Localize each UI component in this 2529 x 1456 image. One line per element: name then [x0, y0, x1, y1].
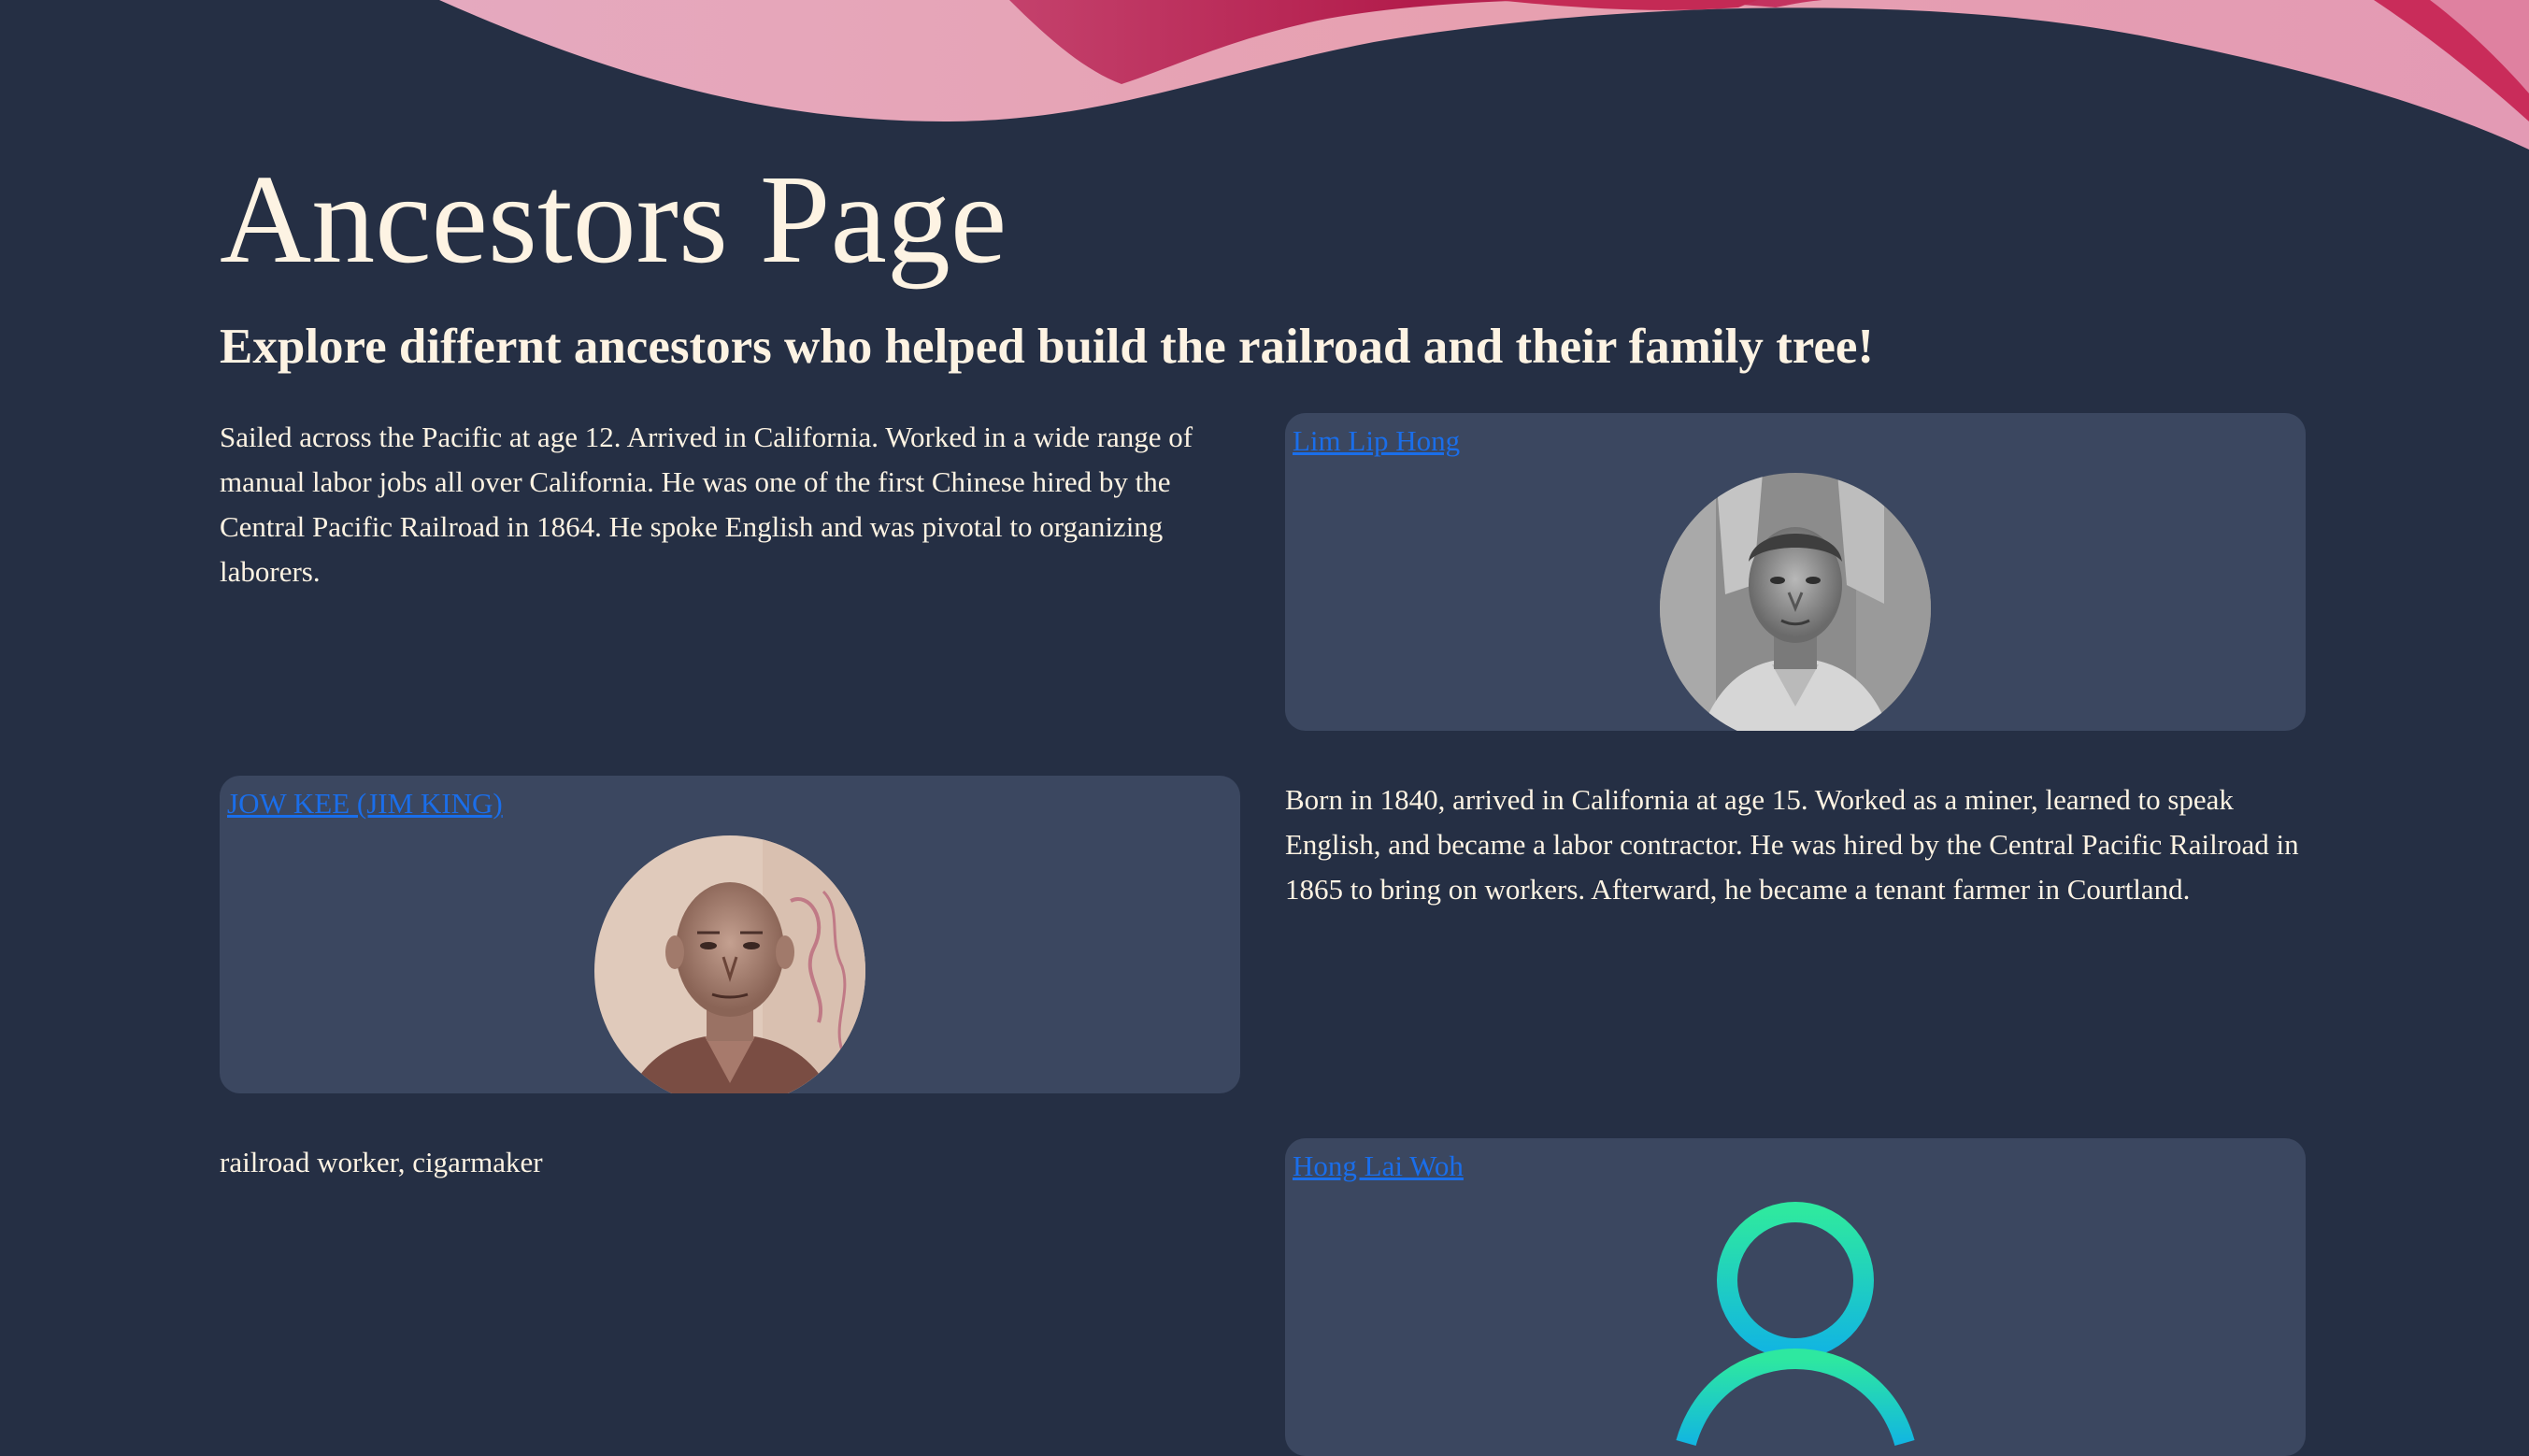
page-title: Ancestors Page [220, 150, 1007, 290]
page-subtitle: Explore differnt ancestors who helped bu… [220, 320, 1875, 374]
user-placeholder-icon [1676, 1202, 1915, 1447]
ancestor-bio: Born in 1840, arrived in California at a… [1285, 783, 2299, 906]
ancestor-card: Hong Lai Woh [1285, 1138, 2306, 1456]
ancestor-row: JOW KEE (JIM KING) Born in 1840, arrived… [220, 776, 2306, 1093]
ancestor-card: JOW KEE (JIM KING) [220, 776, 1240, 1093]
ancestor-row: railroad worker, cigarmaker Hong Lai Woh [220, 1138, 2306, 1456]
ancestor-portrait [1660, 473, 1931, 731]
decorative-wave-header [439, 0, 2529, 150]
ancestor-bio: railroad worker, cigarmaker [220, 1146, 543, 1178]
ancestor-row: Sailed across the Pacific at age 12. Arr… [220, 413, 2306, 731]
ancestor-card: Lim Lip Hong [1285, 413, 2306, 731]
ancestor-name-link[interactable]: Hong Lai Woh [1293, 1148, 1464, 1185]
ancestor-bio: Sailed across the Pacific at age 12. Arr… [220, 421, 1193, 588]
ancestor-name-link[interactable]: Lim Lip Hong [1293, 422, 1460, 460]
ancestor-portrait [594, 835, 865, 1093]
ancestor-name-link[interactable]: JOW KEE (JIM KING) [227, 785, 503, 822]
